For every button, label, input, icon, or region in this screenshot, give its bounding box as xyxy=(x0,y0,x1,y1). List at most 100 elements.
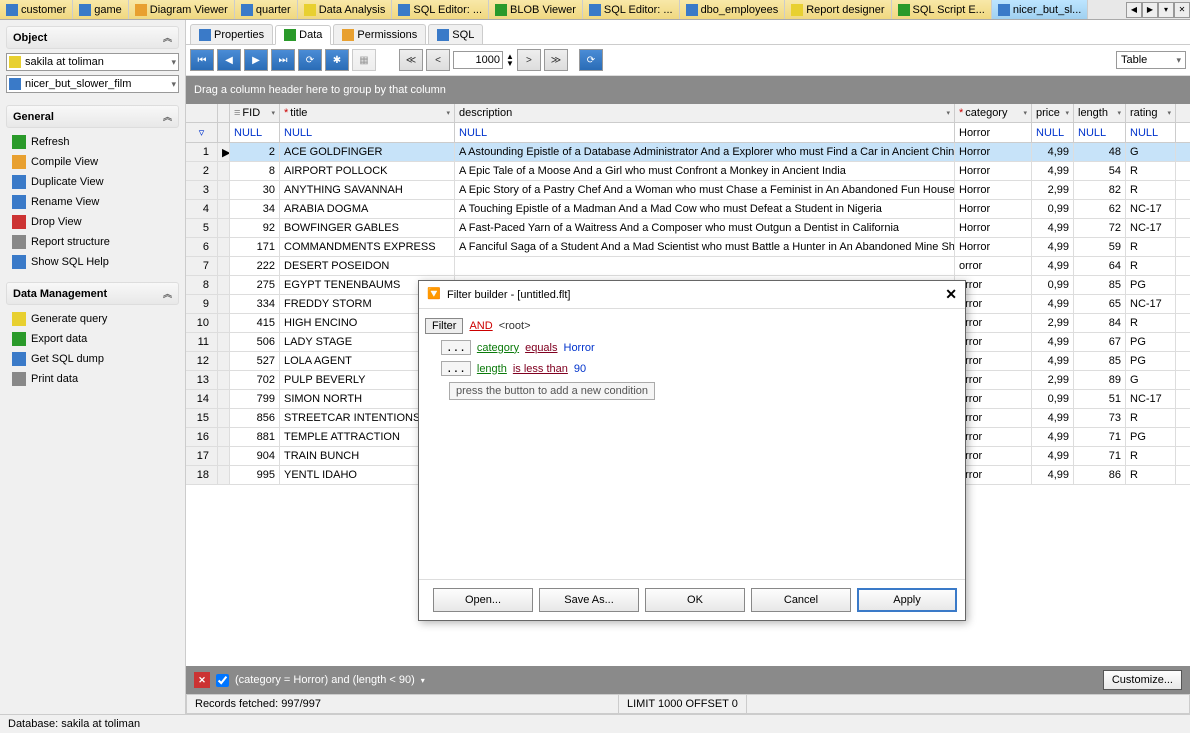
data-mgmt-action[interactable]: Get SQL dump xyxy=(6,349,179,369)
cell-length[interactable]: 86 xyxy=(1074,466,1126,484)
cell-fid[interactable]: 8 xyxy=(230,162,280,180)
filter-icon-cell[interactable]: ▿ xyxy=(186,123,218,142)
general-action[interactable]: Drop View xyxy=(6,212,179,232)
cell-price[interactable]: 4,99 xyxy=(1032,428,1074,446)
cell-description[interactable]: A Epic Tale of a Moose And a Girl who mu… xyxy=(455,162,955,180)
cell-length[interactable]: 51 xyxy=(1074,390,1126,408)
cell-price[interactable]: 4,99 xyxy=(1032,257,1074,275)
cell-fid[interactable]: 506 xyxy=(230,333,280,351)
filter-root-button[interactable]: Filter xyxy=(425,318,463,334)
col-title[interactable]: *title▾ xyxy=(280,104,455,122)
filter-rating[interactable]: NULL xyxy=(1126,123,1176,142)
nav-last-button[interactable]: ⏭ xyxy=(271,49,295,71)
filter-value[interactable]: Horror xyxy=(564,342,595,354)
cell-fid[interactable]: 171 xyxy=(230,238,280,256)
cell-category[interactable]: orror xyxy=(955,295,1032,313)
cell-description[interactable]: A Fanciful Saga of a Student And a Mad S… xyxy=(455,238,955,256)
col-rating[interactable]: rating▾ xyxy=(1126,104,1176,122)
cell-description[interactable]: A Astounding Epistle of a Database Admin… xyxy=(455,143,955,161)
cell-price[interactable]: 4,99 xyxy=(1032,295,1074,313)
cell-fid[interactable]: 334 xyxy=(230,295,280,313)
customize-filter-button[interactable]: Customize... xyxy=(1103,670,1182,690)
editor-tab[interactable]: quarter xyxy=(235,0,298,19)
cell-price[interactable]: 0,99 xyxy=(1032,276,1074,294)
star-button[interactable]: ✱ xyxy=(325,49,349,71)
cell-fid[interactable]: 995 xyxy=(230,466,280,484)
add-condition-button[interactable]: ... xyxy=(441,340,471,355)
cell-rating[interactable]: R xyxy=(1126,181,1176,199)
col-price[interactable]: price▾ xyxy=(1032,104,1074,122)
cell-description[interactable] xyxy=(455,257,955,275)
cell-fid[interactable]: 34 xyxy=(230,200,280,218)
sub-tab-properties[interactable]: Properties xyxy=(190,24,273,44)
cancel-button[interactable]: Cancel xyxy=(751,588,851,612)
ok-button[interactable]: OK xyxy=(645,588,745,612)
tab-scroll-button[interactable]: ▶ xyxy=(1142,2,1158,18)
dialog-close-button[interactable]: ✕ xyxy=(945,286,957,303)
cell-length[interactable]: 89 xyxy=(1074,371,1126,389)
data-mgmt-action[interactable]: Generate query xyxy=(6,309,179,329)
col-fid[interactable]: ≡FID▾ xyxy=(230,104,280,122)
filter-operator[interactable]: equals xyxy=(525,342,557,354)
cell-rating[interactable]: PG xyxy=(1126,352,1176,370)
editor-tab[interactable]: SQL Editor: ... xyxy=(583,0,680,19)
page-refresh-button[interactable]: ⟳ xyxy=(579,49,603,71)
data-mgmt-action[interactable]: Export data xyxy=(6,329,179,349)
tab-scroll-button[interactable]: ◀ xyxy=(1126,2,1142,18)
object-section-title[interactable]: Object ︽ xyxy=(6,26,179,49)
group-by-hint[interactable]: Drag a column header here to group by th… xyxy=(186,76,1190,104)
cell-rating[interactable]: R xyxy=(1126,466,1176,484)
cell-category[interactable]: orror xyxy=(955,466,1032,484)
editor-tab[interactable]: Data Analysis xyxy=(298,0,393,19)
cell-rating[interactable]: R xyxy=(1126,314,1176,332)
cell-price[interactable]: 4,99 xyxy=(1032,219,1074,237)
cell-length[interactable]: 59 xyxy=(1074,238,1126,256)
cell-fid[interactable]: 702 xyxy=(230,371,280,389)
cell-title[interactable]: DESERT POSEIDON xyxy=(280,257,455,275)
data-mgmt-action[interactable]: Print data xyxy=(6,369,179,389)
cell-rating[interactable]: NC-17 xyxy=(1126,200,1176,218)
cell-length[interactable]: 82 xyxy=(1074,181,1126,199)
cell-category[interactable]: orror xyxy=(955,390,1032,408)
cell-description[interactable]: A Fast-Paced Yarn of a Waitress And a Co… xyxy=(455,219,955,237)
cell-fid[interactable]: 904 xyxy=(230,447,280,465)
cell-rating[interactable]: R xyxy=(1126,447,1176,465)
cell-fid[interactable]: 2 xyxy=(230,143,280,161)
cell-category[interactable]: orror xyxy=(955,314,1032,332)
editor-tab[interactable]: SQL Editor: ... xyxy=(392,0,489,19)
filter-dropdown-icon[interactable]: ▾ xyxy=(421,676,425,685)
page-first-button[interactable]: ≪ xyxy=(399,49,423,71)
table-row[interactable]: 6171COMMANDMENTS EXPRESSA Fanciful Saga … xyxy=(186,238,1190,257)
spinner-icon[interactable]: ▲▼ xyxy=(506,53,514,67)
cell-fid[interactable]: 527 xyxy=(230,352,280,370)
cell-category[interactable]: orror xyxy=(955,333,1032,351)
nav-next-button[interactable]: ▶ xyxy=(244,49,268,71)
cell-length[interactable]: 72 xyxy=(1074,219,1126,237)
cell-price[interactable]: 4,99 xyxy=(1032,238,1074,256)
general-section-title[interactable]: General ︽ xyxy=(6,105,179,128)
table-row[interactable]: 592BOWFINGER GABLESA Fast-Paced Yarn of … xyxy=(186,219,1190,238)
filter-category[interactable]: Horror xyxy=(955,123,1032,142)
table-row[interactable]: 434ARABIA DOGMAA Touching Epistle of a M… xyxy=(186,200,1190,219)
cell-description[interactable]: A Touching Epistle of a Madman And a Mad… xyxy=(455,200,955,218)
cell-category[interactable]: orror xyxy=(955,447,1032,465)
page-prev-button[interactable]: < xyxy=(426,49,450,71)
cell-title[interactable]: COMMANDMENTS EXPRESS xyxy=(280,238,455,256)
cell-description[interactable]: A Epic Story of a Pastry Chef And a Woma… xyxy=(455,181,955,199)
cell-length[interactable]: 71 xyxy=(1074,428,1126,446)
editor-tab[interactable]: Report designer xyxy=(785,0,891,19)
table-row[interactable]: 28AIRPORT POLLOCKA Epic Tale of a Moose … xyxy=(186,162,1190,181)
editor-tab[interactable]: game xyxy=(73,0,129,19)
cell-category[interactable]: orror xyxy=(955,428,1032,446)
nav-first-button[interactable]: ⏮ xyxy=(190,49,214,71)
cell-length[interactable]: 85 xyxy=(1074,276,1126,294)
open-button[interactable]: Open... xyxy=(433,588,533,612)
cell-rating[interactable]: R xyxy=(1126,162,1176,180)
cell-length[interactable]: 67 xyxy=(1074,333,1126,351)
filter-fid[interactable]: NULL xyxy=(230,123,280,142)
editor-tab[interactable]: SQL Script E... xyxy=(892,0,992,19)
cell-fid[interactable]: 799 xyxy=(230,390,280,408)
cell-rating[interactable]: PG xyxy=(1126,428,1176,446)
cell-fid[interactable]: 415 xyxy=(230,314,280,332)
filter-price[interactable]: NULL xyxy=(1032,123,1074,142)
